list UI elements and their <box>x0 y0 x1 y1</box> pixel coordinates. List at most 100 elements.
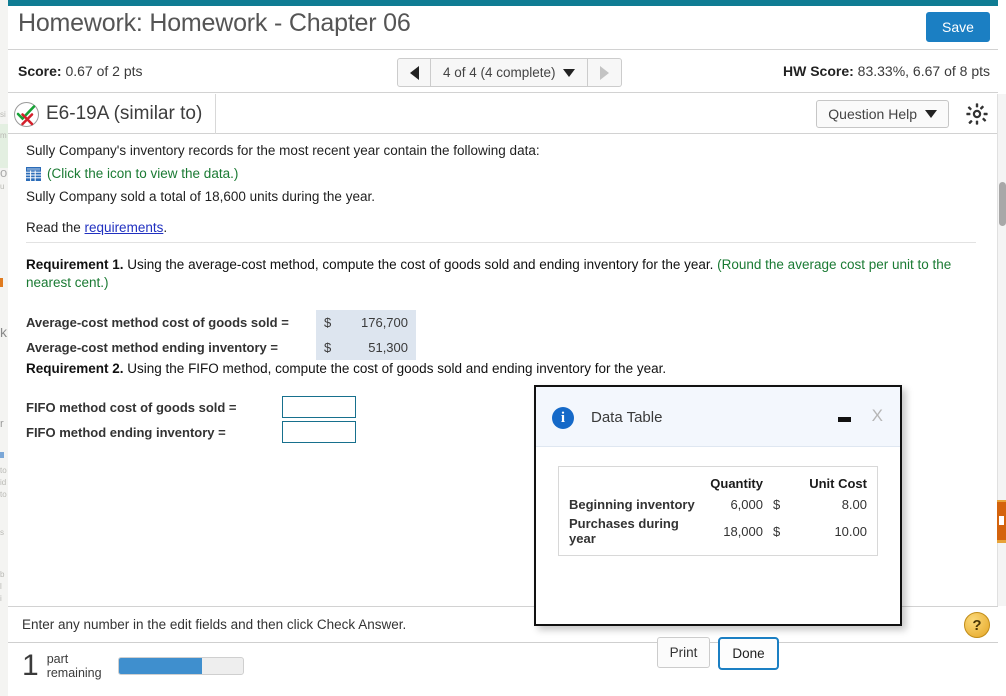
dialog-title: Data Table <box>591 409 663 426</box>
page-title: Homework: Homework - Chapter 06 <box>18 9 411 37</box>
hw-score-value: 83.33%, 6.67 of 8 pts <box>857 63 990 79</box>
requirement-1-label: Requirement 1. <box>26 257 124 272</box>
hw-score-label: HW Score: <box>782 63 854 79</box>
scrollbar-thumb[interactable] <box>999 182 1006 226</box>
answer-value-avg-ending: $ 51,300 <box>316 335 416 360</box>
background-edge-highlight <box>999 516 1004 525</box>
currency-symbol: $ <box>324 340 332 355</box>
dialog-body: Quantity Unit Cost Beginning inventory 6… <box>536 447 900 670</box>
stem-line-2: Sully Company sold a total of 18,600 uni… <box>26 189 375 204</box>
chevron-right-icon <box>599 65 609 80</box>
background-text-fragment: m <box>0 131 7 140</box>
data-table-dialog: i Data Table X Quantity Unit Cost Beginn… <box>534 385 902 670</box>
requirement-2-prompt: Requirement 2. Using the FIFO method, co… <box>26 360 978 378</box>
table-header-row: Quantity Unit Cost <box>559 475 877 495</box>
question-selector-dropdown[interactable]: 4 of 4 (4 complete) <box>431 58 588 87</box>
background-text-fragment: to <box>0 490 7 499</box>
column-header-blank <box>763 475 785 495</box>
requirement-2-text: Using the FIFO method, compute the cost … <box>123 361 667 376</box>
progress-bar-fill <box>118 658 202 674</box>
requirement-1: Requirement 1. Using the average-cost me… <box>26 256 978 360</box>
score-label: Score: <box>18 63 62 79</box>
answer-value-avg-cogs: $ 176,700 <box>316 310 416 335</box>
background-text-fragment: id <box>0 478 7 487</box>
hw-score-display: HW Score: 83.33%, 6.67 of 8 pts <box>783 63 990 79</box>
background-text-fragment: to <box>0 466 7 475</box>
column-header-unit-cost: Unit Cost <box>809 476 867 491</box>
background-page-strip <box>0 0 8 696</box>
table-row: Beginning inventory 6,000 $ 8.00 <box>559 495 877 514</box>
background-text-fragment: o <box>0 168 8 177</box>
chevron-down-icon <box>925 110 937 118</box>
answer-caption: Average-cost method cost of goods sold = <box>26 315 289 330</box>
row-unit-cost: 8.00 <box>841 497 867 512</box>
row-unit-cost: 10.00 <box>834 523 867 539</box>
chevron-down-icon <box>562 68 575 77</box>
score-bar: Score: 0.67 of 2 pts 4 of 4 (4 complete)… <box>8 51 998 93</box>
spreadsheet-icon[interactable] <box>26 166 41 181</box>
background-text-fragment: si <box>0 110 6 119</box>
parts-remaining-label: part remaining <box>46 652 102 680</box>
requirement-1-prompt: Requirement 1. Using the average-cost me… <box>26 256 978 292</box>
answer-caption: FIFO method ending inventory = <box>26 424 226 440</box>
fifo-cogs-input[interactable] <box>282 396 356 418</box>
question-id-group: E6-19A (similar to) <box>14 94 217 134</box>
page-header: Homework: Homework - Chapter 06 Save <box>8 6 998 50</box>
chevron-left-icon <box>409 65 419 80</box>
data-table-link-row[interactable]: (Click the icon to view the data.) <box>26 166 976 181</box>
info-icon: i <box>552 407 574 429</box>
background-text-fragment: r <box>0 420 4 429</box>
read-prefix: Read the <box>26 220 85 235</box>
data-table-container: Quantity Unit Cost Beginning inventory 6… <box>558 466 878 556</box>
minimize-icon[interactable] <box>838 417 851 422</box>
background-text-fragment: k <box>0 328 7 337</box>
row-quantity: 18,000 <box>723 523 763 539</box>
row-quantity: 6,000 <box>730 497 763 512</box>
row-label: Purchases during year <box>569 516 679 546</box>
background-text-fragment: l <box>0 582 2 591</box>
question-help-button[interactable]: Question Help <box>816 100 949 128</box>
question-header: E6-19A (similar to) Question Help <box>8 94 998 134</box>
answer-row: Average-cost method ending inventory = $… <box>26 335 978 360</box>
score-value: 0.67 of 2 pts <box>65 63 143 79</box>
column-header-blank <box>559 475 701 495</box>
read-requirements-line: Read the requirements. <box>26 219 976 236</box>
requirements-link[interactable]: requirements <box>85 220 164 235</box>
score-display: Score: 0.67 of 2 pts <box>18 63 143 79</box>
background-text-fragment: u <box>0 182 5 191</box>
gear-icon[interactable] <box>965 102 989 126</box>
check-x-icon <box>14 101 39 127</box>
question-stem: Sully Company's inventory records for th… <box>26 142 976 243</box>
requirement-1-text: Using the average-cost method, compute t… <box>123 257 718 272</box>
close-icon[interactable]: X <box>872 406 883 426</box>
answer-value: 51,300 <box>368 340 408 355</box>
save-button[interactable]: Save <box>926 12 990 42</box>
question-mark-icon[interactable]: ? <box>964 612 990 638</box>
dialog-buttons: Print Done <box>536 637 900 670</box>
background-blue-mark <box>0 452 4 458</box>
question-help-label: Question Help <box>828 106 917 122</box>
view-data-link[interactable]: (Click the icon to view the data.) <box>47 166 238 181</box>
background-text-fragment: i <box>0 594 2 603</box>
homework-app: si m o u k r to id to s b l i Homework: … <box>0 0 1006 696</box>
answer-caption: Average-cost method ending inventory = <box>26 340 278 355</box>
question-selector-label: 4 of 4 (4 complete) <box>443 65 556 80</box>
done-button[interactable]: Done <box>718 637 779 670</box>
background-text-fragment: s <box>0 528 4 537</box>
print-button[interactable]: Print <box>657 637 710 668</box>
row-label: Beginning inventory <box>569 497 695 512</box>
column-header-quantity: Quantity <box>710 476 763 491</box>
table-row: Purchases during year 18,000 $ 10.00 <box>559 514 877 548</box>
stem-line-1: Sully Company's inventory records for th… <box>26 143 540 158</box>
fifo-ending-inventory-input[interactable] <box>282 421 356 443</box>
currency-symbol: $ <box>324 315 332 330</box>
read-suffix: . <box>163 220 168 235</box>
requirement-2-label: Requirement 2. <box>26 361 124 376</box>
prev-question-button[interactable] <box>397 58 431 87</box>
dialog-title-bar: i Data Table X <box>536 387 900 447</box>
next-question-button[interactable] <box>587 58 622 87</box>
question-id-label: E6-19A (similar to) <box>46 103 203 124</box>
row-currency: $ <box>773 523 781 539</box>
row-currency: $ <box>773 497 781 512</box>
question-navigator: 4 of 4 (4 complete) <box>397 58 622 87</box>
